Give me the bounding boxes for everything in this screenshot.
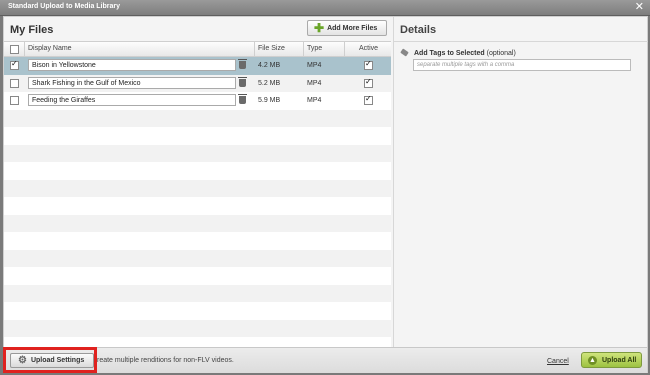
details-panel-title: Details: [400, 24, 437, 36]
file-type: MP4: [307, 97, 322, 104]
table-row-stripe: [4, 232, 391, 250]
close-icon[interactable]: ✕: [635, 1, 644, 13]
add-more-files-button[interactable]: ✚ Add More Files: [307, 20, 387, 36]
table-row-stripe: [4, 302, 391, 320]
file-row[interactable]: Bison in Yellowstone 4.2 MB MP4: [4, 57, 391, 75]
cancel-link[interactable]: Cancel: [547, 358, 569, 365]
files-table-body: Bison in Yellowstone 4.2 MB MP4 Shark Fi…: [4, 57, 391, 355]
column-header-type[interactable]: Type: [307, 45, 322, 52]
files-panel-title: My Files: [10, 24, 54, 36]
tags-optional-text: (optional): [486, 50, 516, 57]
file-row[interactable]: Shark Fishing in the Gulf of Mexico 5.2 …: [4, 75, 391, 93]
add-more-files-label: Add More Files: [327, 24, 378, 32]
dialog-titlebar: Standard Upload to Media Library ✕: [0, 0, 650, 16]
trash-icon[interactable]: [238, 76, 247, 87]
tags-input[interactable]: separate multiple tags with a comma: [413, 59, 631, 71]
table-row-stripe: [4, 267, 391, 285]
column-divider: [344, 42, 345, 56]
tags-label: Add Tags to Selected (optional): [414, 50, 516, 57]
plus-icon: ✚: [314, 21, 325, 35]
display-name-input[interactable]: Bison in Yellowstone: [28, 59, 236, 71]
trash-icon[interactable]: [238, 94, 247, 104]
files-panel: My Files ✚ Add More Files Display Name F…: [4, 17, 391, 355]
table-row-stripe: [4, 214, 391, 232]
row-select-checkbox[interactable]: [10, 59, 19, 70]
active-checkbox[interactable]: [364, 94, 373, 105]
table-row-stripe: [4, 249, 391, 267]
column-divider: [303, 42, 304, 56]
row-select-checkbox[interactable]: [10, 78, 19, 88]
highlight-box: [3, 347, 97, 373]
dialog-title: Standard Upload to Media Library: [8, 3, 121, 10]
files-table-header: Display Name File Size Type Active: [4, 42, 391, 57]
file-size: 4.2 MB: [258, 62, 281, 69]
table-row-stripe: [4, 127, 391, 145]
footer-note: reate multiple renditions for non-FLV vi…: [97, 357, 234, 364]
file-type: MP4: [307, 62, 322, 69]
tags-label-text: Add Tags to Selected: [414, 50, 485, 57]
file-row[interactable]: Feeding the Giraffes 5.9 MB MP4: [4, 92, 391, 110]
upload-icon: ▲: [588, 355, 597, 365]
column-header-active[interactable]: Active: [359, 45, 378, 52]
table-row-stripe: [4, 319, 391, 337]
details-panel: Details Add Tags to Selected (optional) …: [393, 17, 648, 347]
file-size: 5.2 MB: [258, 79, 281, 87]
display-name-input[interactable]: Feeding the Giraffes: [28, 94, 236, 106]
dialog-footer: ⚙ Upload Settings reate multiple renditi…: [3, 347, 647, 373]
display-name-input[interactable]: Shark Fishing in the Gulf of Mexico: [28, 76, 236, 89]
active-checkbox[interactable]: [364, 77, 373, 88]
upload-all-button[interactable]: ▲ Upload All: [581, 352, 642, 368]
file-type: MP4: [307, 79, 322, 87]
divider: [394, 41, 648, 42]
column-header-file-size[interactable]: File Size: [258, 45, 285, 52]
file-size: 5.9 MB: [258, 97, 281, 104]
table-row-stripe: [4, 144, 391, 162]
column-header-display-name[interactable]: Display Name: [28, 45, 72, 52]
tag-icon: [400, 48, 409, 57]
trash-icon[interactable]: [238, 59, 247, 69]
upload-all-label: Upload All: [602, 356, 637, 364]
table-row-stripe: [4, 197, 391, 215]
column-divider: [254, 42, 255, 56]
upload-dialog: My Files ✚ Add More Files Display Name F…: [3, 16, 648, 373]
select-all-checkbox[interactable]: [10, 45, 19, 54]
table-row-stripe: [4, 162, 391, 180]
table-row-stripe: [4, 284, 391, 302]
active-checkbox[interactable]: [364, 59, 373, 70]
files-table: Display Name File Size Type Active Bison…: [4, 41, 391, 355]
table-row-stripe: [4, 179, 391, 197]
column-divider: [24, 42, 25, 56]
row-select-checkbox[interactable]: [10, 96, 19, 105]
table-row-stripe: [4, 109, 391, 127]
